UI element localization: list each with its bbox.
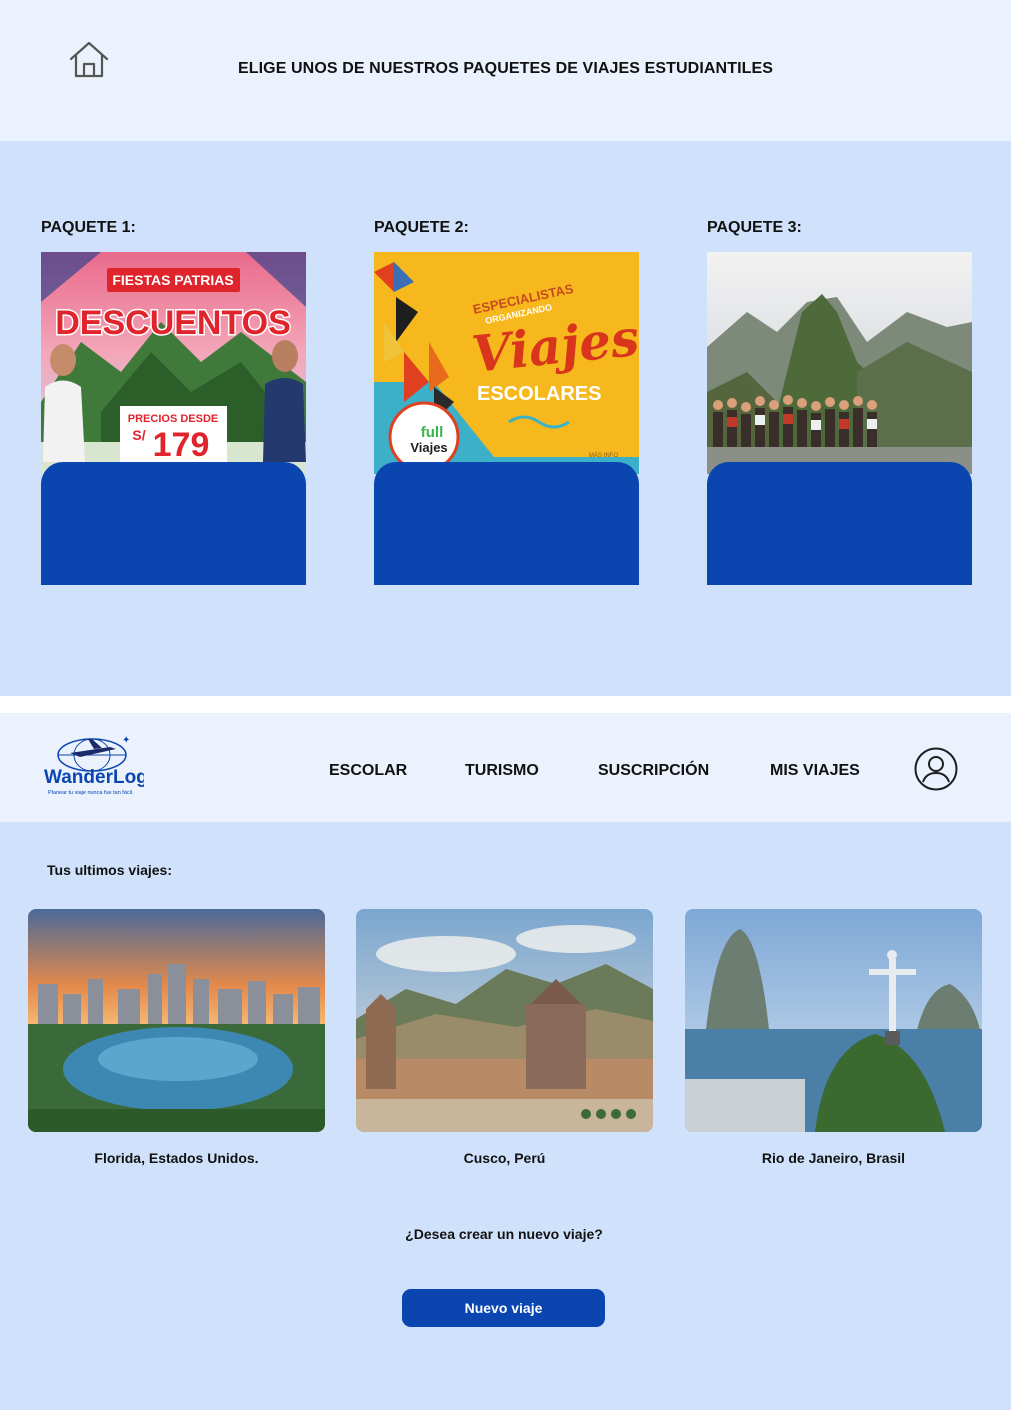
recent-trips-title: Tus ultimos viajes: (47, 862, 172, 878)
more-info: MÁS INFO (589, 452, 618, 459)
logo-name: WanderLog (44, 767, 144, 788)
navbar: ✦ WanderLog Planear tu viaje nunca fue t… (0, 713, 1011, 822)
promo-price-caption: PRECIOS DESDE (128, 413, 218, 425)
svg-text:✦: ✦ (122, 735, 130, 746)
trip-image-cusco[interactable] (356, 909, 653, 1132)
wanderlog-logo[interactable]: ✦ WanderLog Planear tu viaje nunca fue t… (40, 733, 148, 803)
package-3-image (707, 252, 972, 474)
trip-card: Cusco, Perú (356, 909, 653, 1166)
package-2: PAQUETE 2: ESPECIALISTAS ORGANIZANDO Via… (374, 219, 639, 585)
trip-label: Rio de Janeiro, Brasil (761, 1150, 906, 1166)
package-2-label: PAQUETE 2: (374, 219, 469, 236)
package-1-card[interactable]: FIESTAS PATRIAS DESCUENTOS PRECIOS DESDE… (41, 252, 306, 585)
package-1-label: PAQUETE 1: (41, 219, 136, 236)
package-2-image: ESPECIALISTAS ORGANIZANDO Viajes ESCOLAR… (374, 252, 639, 474)
package-3-card[interactable] (707, 252, 972, 585)
new-trip-button[interactable]: Nuevo viaje (402, 1289, 605, 1327)
promo-subheadline: ESCOLARES (477, 383, 601, 405)
promo-price: 179 (153, 426, 210, 464)
top-header: ELIGE UNOS DE NUESTROS PAQUETES DE VIAJE… (0, 0, 1011, 141)
nav-item-escolar[interactable]: ESCOLAR (329, 762, 407, 780)
nav-item-turismo[interactable]: TURISMO (465, 762, 539, 780)
package-1-image: FIESTAS PATRIAS DESCUENTOS PRECIOS DESDE… (41, 252, 306, 474)
package-2-panel[interactable] (374, 462, 639, 585)
packages-section: PAQUETE 1: FIESTAS PATRIAS DESCUENTOS PR… (0, 141, 1011, 696)
section-divider (0, 696, 1011, 713)
package-1: PAQUETE 1: FIESTAS PATRIAS DESCUENTOS PR… (41, 219, 306, 585)
user-avatar-icon[interactable] (914, 747, 958, 791)
trip-image-rio[interactable] (685, 909, 982, 1132)
new-trip-question: ¿Desea crear un nuevo viaje? (405, 1226, 603, 1242)
trip-card: Florida, Estados Unidos. (28, 909, 325, 1166)
nav-item-suscripcion[interactable]: SUSCRIPCIÓN (598, 762, 709, 780)
promo-banner-text: FIESTAS PATRIAS (112, 272, 233, 288)
promo-headline: DESCUENTOS (55, 304, 291, 342)
brand-top: full (421, 424, 444, 441)
brand-bottom: Viajes (410, 440, 447, 455)
package-1-panel[interactable] (41, 462, 306, 585)
package-3-panel[interactable] (707, 462, 972, 585)
trip-card: Rio de Janeiro, Brasil (685, 909, 982, 1166)
promo-currency: S/ (132, 427, 145, 443)
package-3-label: PAQUETE 3: (707, 219, 802, 236)
package-3: PAQUETE 3: (707, 219, 972, 585)
trip-label: Florida, Estados Unidos. (94, 1150, 259, 1166)
trip-label: Cusco, Perú (463, 1150, 546, 1166)
trip-image-florida[interactable] (28, 909, 325, 1132)
nav-item-mis-viajes[interactable]: MIS VIAJES (770, 762, 860, 780)
page-title: ELIGE UNOS DE NUESTROS PAQUETES DE VIAJE… (237, 60, 774, 77)
package-2-card[interactable]: ESPECIALISTAS ORGANIZANDO Viajes ESCOLAR… (374, 252, 639, 585)
logo-tagline: Planear tu viaje nunca fue tan fácil. (48, 790, 134, 796)
